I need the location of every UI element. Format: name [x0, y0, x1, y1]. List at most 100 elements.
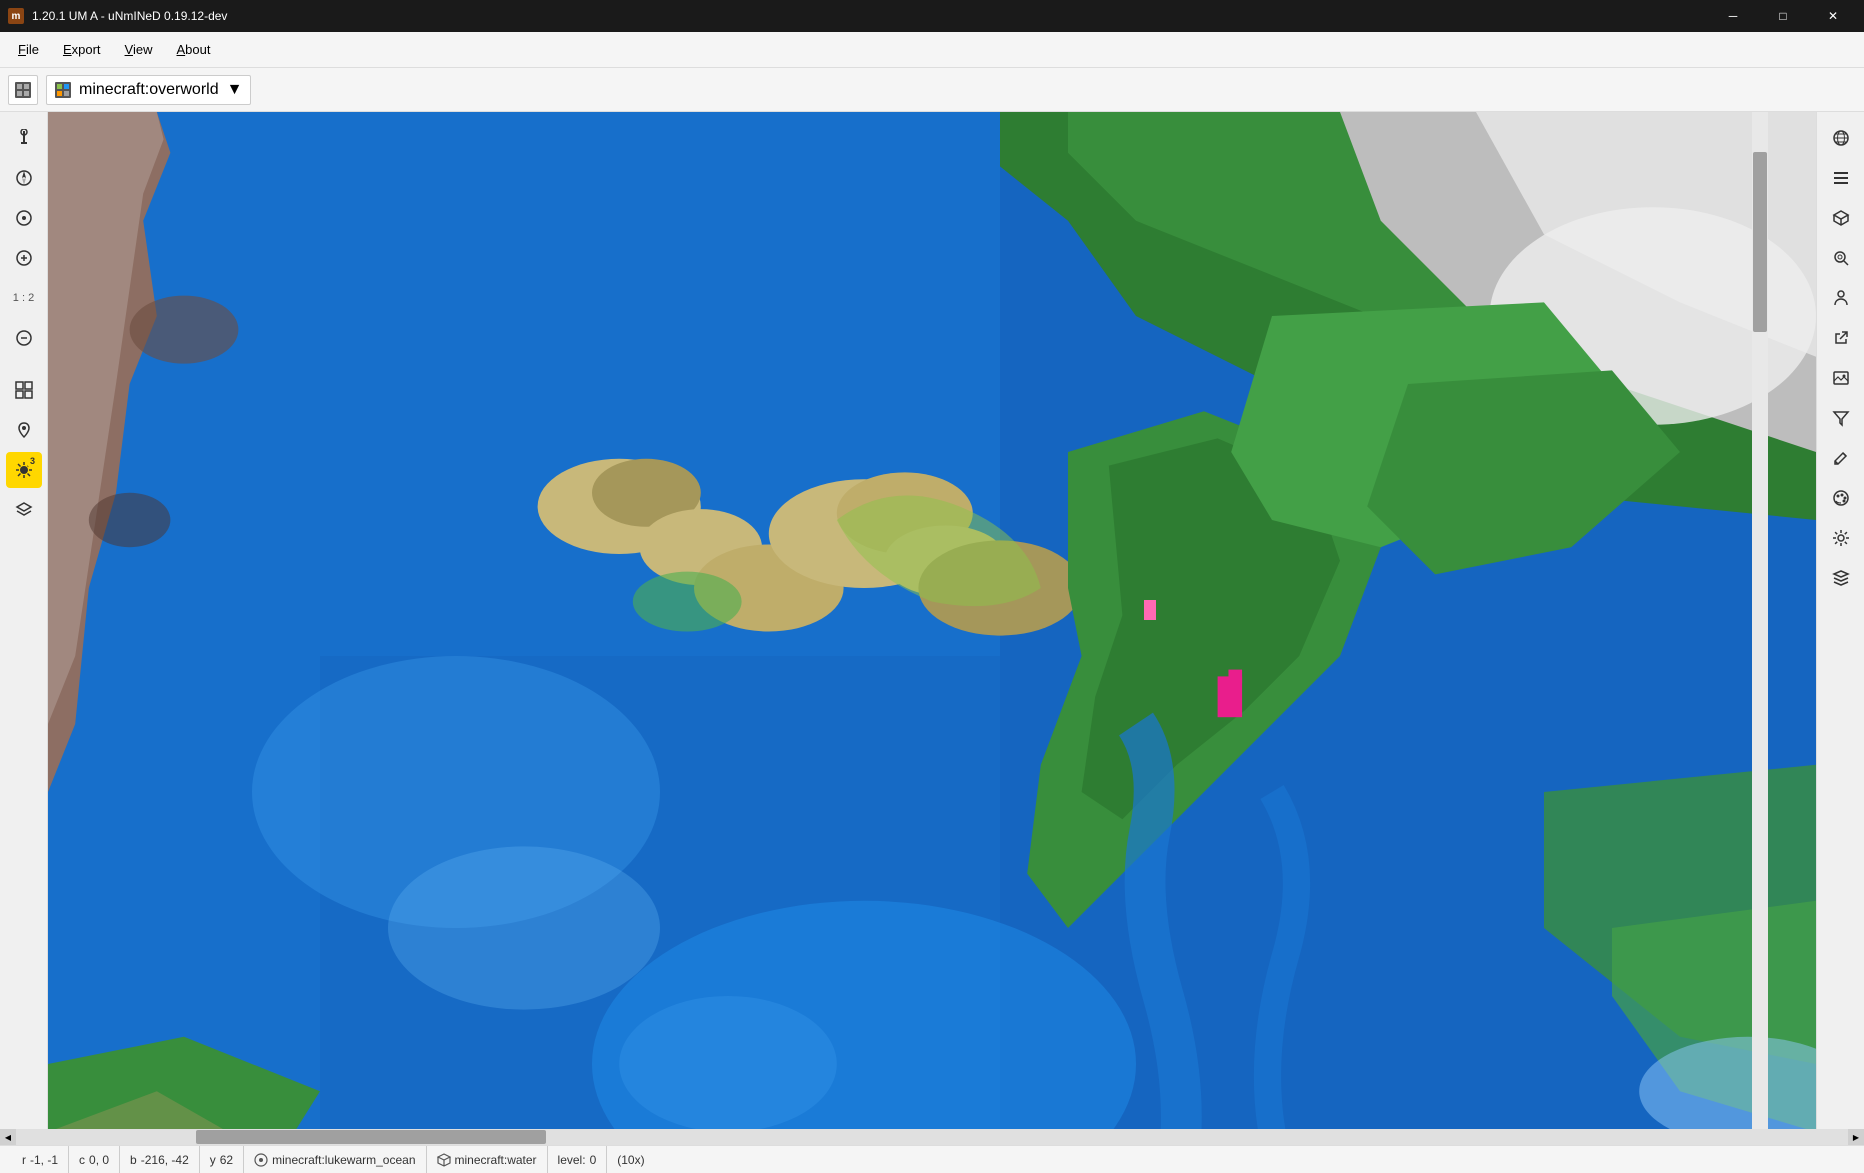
layers-sun-button[interactable]: 3	[6, 452, 42, 488]
main-area: 1 : 2	[0, 112, 1864, 1129]
globe-icon	[1832, 129, 1850, 147]
cube-button[interactable]	[1823, 200, 1859, 236]
vertical-scroll-thumb[interactable]	[1753, 152, 1767, 332]
app-icon: m	[8, 8, 24, 24]
overworld-icon	[55, 82, 71, 98]
layers-alt-icon	[1832, 569, 1850, 587]
palette-button[interactable]	[1823, 480, 1859, 516]
biome-icon	[254, 1153, 268, 1167]
marker-button[interactable]	[6, 412, 42, 448]
dropdown-arrow-icon: ▼	[227, 81, 243, 99]
block-icon	[437, 1153, 451, 1167]
scroll-right-button[interactable]: ▶	[1848, 1129, 1864, 1145]
toolbar: minecraft:overworld ▼	[0, 68, 1864, 112]
level-status: level: 0	[548, 1146, 608, 1173]
status-bar: r -1, -1 c 0, 0 b -216, -42 y 62 minecra…	[0, 1145, 1864, 1173]
vertical-scrollbar[interactable]	[1752, 112, 1768, 1129]
list-icon	[1832, 169, 1850, 187]
palette-icon	[1832, 489, 1850, 507]
filter-button[interactable]	[1823, 400, 1859, 436]
biome-value: minecraft:lukewarm_ocean	[272, 1153, 415, 1167]
right-sidebar	[1816, 112, 1864, 1129]
layers-badge: 3	[26, 454, 40, 468]
block-value: minecraft:water	[455, 1153, 537, 1167]
block-status: minecraft:water	[427, 1146, 548, 1173]
menu-file[interactable]: File	[8, 38, 49, 61]
horizontal-scroll-thumb[interactable]	[196, 1130, 546, 1144]
zoom-ratio: 1 : 2	[6, 280, 42, 316]
search-circle-icon	[1832, 249, 1850, 267]
menu-export[interactable]: Export	[53, 38, 111, 61]
follow-icon	[15, 209, 33, 227]
left-sidebar: 1 : 2	[0, 112, 48, 1129]
zoom-out-icon	[15, 329, 33, 347]
marker-icon	[15, 421, 33, 439]
zoom-value: (10x)	[617, 1153, 644, 1167]
b-value: -216, -42	[141, 1153, 189, 1167]
title-bar-left: m 1.20.1 UM A - uNmINeD 0.19.12-dev	[8, 8, 227, 24]
r-value: -1, -1	[30, 1153, 58, 1167]
world-small-icon	[14, 81, 32, 99]
pen-icon	[1832, 449, 1850, 467]
world-dropdown[interactable]: minecraft:overworld ▼	[46, 75, 251, 105]
zoom-out-button[interactable]	[6, 320, 42, 356]
share-icon	[1832, 329, 1850, 347]
close-button[interactable]: ✕	[1810, 0, 1856, 32]
level-label: level:	[558, 1153, 586, 1167]
menu-about[interactable]: About	[167, 38, 221, 61]
map-container[interactable]	[48, 112, 1816, 1129]
y-status: y 62	[200, 1146, 244, 1173]
b-label: b	[130, 1153, 137, 1167]
settings-icon	[1832, 529, 1850, 547]
y-value: 62	[220, 1153, 233, 1167]
list-button[interactable]	[1823, 160, 1859, 196]
globe-button[interactable]	[1823, 120, 1859, 156]
search-circle-button[interactable]	[1823, 240, 1859, 276]
scroll-left-button[interactable]: ◀	[0, 1129, 16, 1145]
pin-icon	[15, 129, 33, 147]
layers-icon	[15, 501, 33, 519]
layers-button[interactable]	[6, 492, 42, 528]
zoom-in-button[interactable]	[6, 240, 42, 276]
image-export-icon	[1832, 369, 1850, 387]
compass-icon	[15, 169, 33, 187]
pin-button[interactable]	[6, 120, 42, 156]
layers-alt-button[interactable]	[1823, 560, 1859, 596]
cube-icon	[1832, 209, 1850, 227]
filter-icon	[1832, 409, 1850, 427]
maximize-button[interactable]: □	[1760, 0, 1806, 32]
zoom-status: (10x)	[607, 1146, 654, 1173]
compass-button[interactable]	[6, 160, 42, 196]
player-marker	[1144, 600, 1156, 620]
person-button[interactable]	[1823, 280, 1859, 316]
title-bar: m 1.20.1 UM A - uNmINeD 0.19.12-dev ─ □ …	[0, 0, 1864, 32]
y-label: y	[210, 1153, 216, 1167]
share-button[interactable]	[1823, 320, 1859, 356]
biome-status: minecraft:lukewarm_ocean	[244, 1146, 426, 1173]
map-svg	[48, 112, 1816, 1129]
window-controls: ─ □ ✕	[1710, 0, 1856, 32]
world-icon-button[interactable]	[8, 75, 38, 105]
c-label: c	[79, 1153, 85, 1167]
r-label: r	[22, 1153, 26, 1167]
horizontal-scrollbar-track[interactable]	[16, 1129, 1848, 1145]
zoom-in-icon	[15, 249, 33, 267]
block-coords-status: b -216, -42	[120, 1146, 200, 1173]
follow-button[interactable]	[6, 200, 42, 236]
level-value: 0	[590, 1153, 597, 1167]
image-export-button[interactable]	[1823, 360, 1859, 396]
region-status: r -1, -1	[12, 1146, 69, 1173]
grid-button[interactable]	[6, 372, 42, 408]
person-icon	[1832, 289, 1850, 307]
world-name: minecraft:overworld	[79, 81, 219, 99]
title-bar-text: 1.20.1 UM A - uNmINeD 0.19.12-dev	[32, 9, 227, 23]
c-value: 0, 0	[89, 1153, 109, 1167]
pen-button[interactable]	[1823, 440, 1859, 476]
horizontal-scrollbar[interactable]: ◀ ▶	[0, 1129, 1864, 1145]
chunk-status: c 0, 0	[69, 1146, 120, 1173]
grid-icon	[15, 381, 33, 399]
menu-bar: File Export View About	[0, 32, 1864, 68]
menu-view[interactable]: View	[115, 38, 163, 61]
minimize-button[interactable]: ─	[1710, 0, 1756, 32]
settings-button[interactable]	[1823, 520, 1859, 556]
